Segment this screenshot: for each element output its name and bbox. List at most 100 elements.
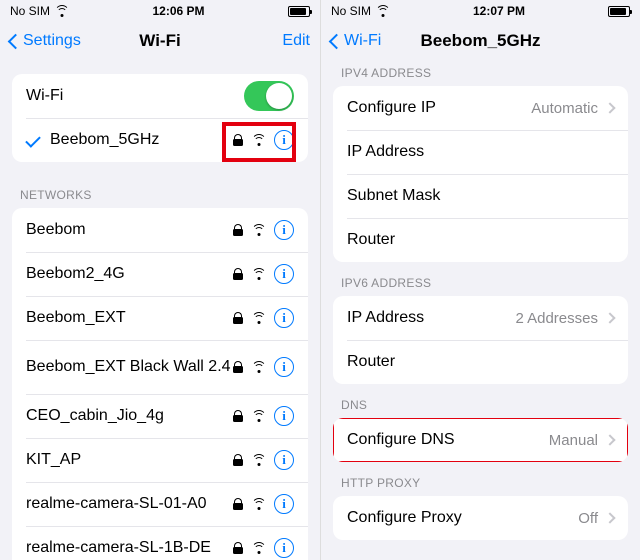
chevron-right-icon xyxy=(604,312,615,323)
networks-list: BeebomiBeebom2_4GiBeebom_EXTiBeebom_EXT … xyxy=(12,208,308,560)
network-row[interactable]: realme-camera-SL-01-A0 i xyxy=(12,482,308,526)
lock-icon xyxy=(233,410,243,422)
configure-ip-label: Configure IP xyxy=(347,98,531,117)
wifi-status-icon xyxy=(375,5,390,17)
info-icon[interactable]: i xyxy=(274,130,294,150)
clock: 12:06 PM xyxy=(152,4,204,18)
lock-icon xyxy=(233,312,243,324)
wifi-signal-icon xyxy=(251,410,266,422)
configure-proxy-value: Off xyxy=(578,510,598,527)
configure-dns-value: Manual xyxy=(549,432,598,449)
ipv6-router-row: Router xyxy=(333,340,628,384)
ipv4-group: Configure IP Automatic IP Address Subnet… xyxy=(333,86,628,262)
lock-icon xyxy=(233,542,243,554)
network-name: realme-camera-SL-1B-DE xyxy=(26,538,233,557)
ipv6-header: IPV6 ADDRESS xyxy=(321,270,640,296)
network-name: KIT_AP xyxy=(26,450,233,469)
ipv6-address-label: IP Address xyxy=(347,308,515,327)
page-title: Wi-Fi xyxy=(90,31,230,51)
info-icon[interactable]: i xyxy=(274,538,294,558)
configure-dns-label: Configure DNS xyxy=(347,430,549,449)
ip-address-label: IP Address xyxy=(347,142,614,161)
wifi-detail-screen: No SIM 12:07 PM Wi-Fi Beebom_5GHz IPV4 A… xyxy=(320,0,640,560)
wifi-signal-icon xyxy=(251,498,266,510)
wifi-signal-icon xyxy=(251,542,266,554)
subnet-row: Subnet Mask xyxy=(333,174,628,218)
network-row[interactable]: realme-camera-SL-1B-DE i xyxy=(12,526,308,560)
configure-dns-row[interactable]: Configure DNS Manual xyxy=(333,418,628,462)
wifi-signal-icon xyxy=(251,454,266,466)
wifi-label: Wi-Fi xyxy=(26,86,244,105)
network-name: realme-camera-SL-01-A0 xyxy=(26,494,233,513)
wifi-toggle[interactable] xyxy=(244,81,294,111)
info-icon[interactable]: i xyxy=(274,406,294,426)
configure-ip-row[interactable]: Configure IP Automatic xyxy=(333,86,628,130)
network-name: Beebom_EXT xyxy=(26,308,233,327)
ipv6-address-value: 2 Addresses xyxy=(515,310,598,327)
info-icon[interactable]: i xyxy=(274,450,294,470)
lock-icon xyxy=(233,498,243,510)
wifi-signal-icon xyxy=(251,268,266,280)
battery-icon xyxy=(288,6,310,17)
clock: 12:07 PM xyxy=(473,4,525,18)
carrier-label: No SIM xyxy=(10,4,50,18)
chevron-left-icon xyxy=(329,33,345,49)
lock-icon xyxy=(233,224,243,236)
connected-network-name: Beebom_5GHz xyxy=(50,130,233,149)
router-label: Router xyxy=(347,230,614,249)
network-row[interactable]: KIT_AP i xyxy=(12,438,308,482)
wifi-toggle-row[interactable]: Wi-Fi xyxy=(12,74,308,118)
edit-button[interactable]: Edit xyxy=(230,32,310,50)
back-button[interactable]: Settings xyxy=(10,32,90,50)
ipv6-group: IP Address 2 Addresses Router xyxy=(333,296,628,384)
status-bar: No SIM 12:06 PM xyxy=(0,0,320,22)
chevron-right-icon xyxy=(604,434,615,445)
info-icon[interactable]: i xyxy=(274,357,294,377)
network-name: Beebom2_4G xyxy=(26,264,233,283)
back-button[interactable]: Wi-Fi xyxy=(331,32,411,50)
network-name: Beebom_EXT Black Wall 2.4 xyxy=(26,357,233,376)
network-row[interactable]: CEO_cabin_Jio_4g i xyxy=(12,394,308,438)
status-bar: No SIM 12:07 PM xyxy=(321,0,640,22)
info-icon[interactable]: i xyxy=(274,494,294,514)
network-row[interactable]: Beebom2_4G i xyxy=(12,252,308,296)
network-row[interactable]: Beebom i xyxy=(12,208,308,252)
info-icon[interactable]: i xyxy=(274,264,294,284)
network-name: Beebom xyxy=(26,220,233,239)
back-label: Wi-Fi xyxy=(344,32,381,50)
lock-icon xyxy=(233,454,243,466)
wifi-toggle-group: Wi-Fi Beebom_5GHz i xyxy=(12,74,308,162)
configure-proxy-row[interactable]: Configure Proxy Off xyxy=(333,496,628,540)
checkmark-icon xyxy=(25,132,41,148)
battery-icon xyxy=(608,6,630,17)
lock-icon xyxy=(233,268,243,280)
proxy-header: HTTP PROXY xyxy=(321,470,640,496)
chevron-left-icon xyxy=(8,33,24,49)
ipv4-header: IPV4 ADDRESS xyxy=(321,60,640,86)
networks-header: NETWORKS xyxy=(0,182,320,208)
wifi-signal-icon xyxy=(251,224,266,236)
chevron-right-icon xyxy=(604,102,615,113)
network-row[interactable]: Beebom_EXT i xyxy=(12,296,308,340)
wifi-signal-icon xyxy=(251,361,266,373)
connected-network-row[interactable]: Beebom_5GHz i xyxy=(12,118,308,162)
lock-icon xyxy=(233,361,243,373)
subnet-label: Subnet Mask xyxy=(347,186,614,205)
network-name: CEO_cabin_Jio_4g xyxy=(26,406,233,425)
nav-bar: Settings Wi-Fi Edit xyxy=(0,22,320,60)
configure-ip-value: Automatic xyxy=(531,100,598,117)
chevron-right-icon xyxy=(604,512,615,523)
info-icon[interactable]: i xyxy=(274,220,294,240)
nav-bar: Wi-Fi Beebom_5GHz xyxy=(321,22,640,60)
ipv6-address-row[interactable]: IP Address 2 Addresses xyxy=(333,296,628,340)
proxy-group: Configure Proxy Off xyxy=(333,496,628,540)
wifi-status-icon xyxy=(54,5,69,17)
info-icon[interactable]: i xyxy=(274,308,294,328)
page-title: Beebom_5GHz xyxy=(411,31,550,51)
ip-address-row: IP Address xyxy=(333,130,628,174)
wifi-signal-icon xyxy=(251,134,266,146)
dns-group: Configure DNS Manual xyxy=(333,418,628,462)
carrier-label: No SIM xyxy=(331,4,371,18)
wifi-settings-screen: No SIM 12:06 PM Settings Wi-Fi Edit Wi-F… xyxy=(0,0,320,560)
network-row[interactable]: Beebom_EXT Black Wall 2.4 i xyxy=(12,340,308,394)
